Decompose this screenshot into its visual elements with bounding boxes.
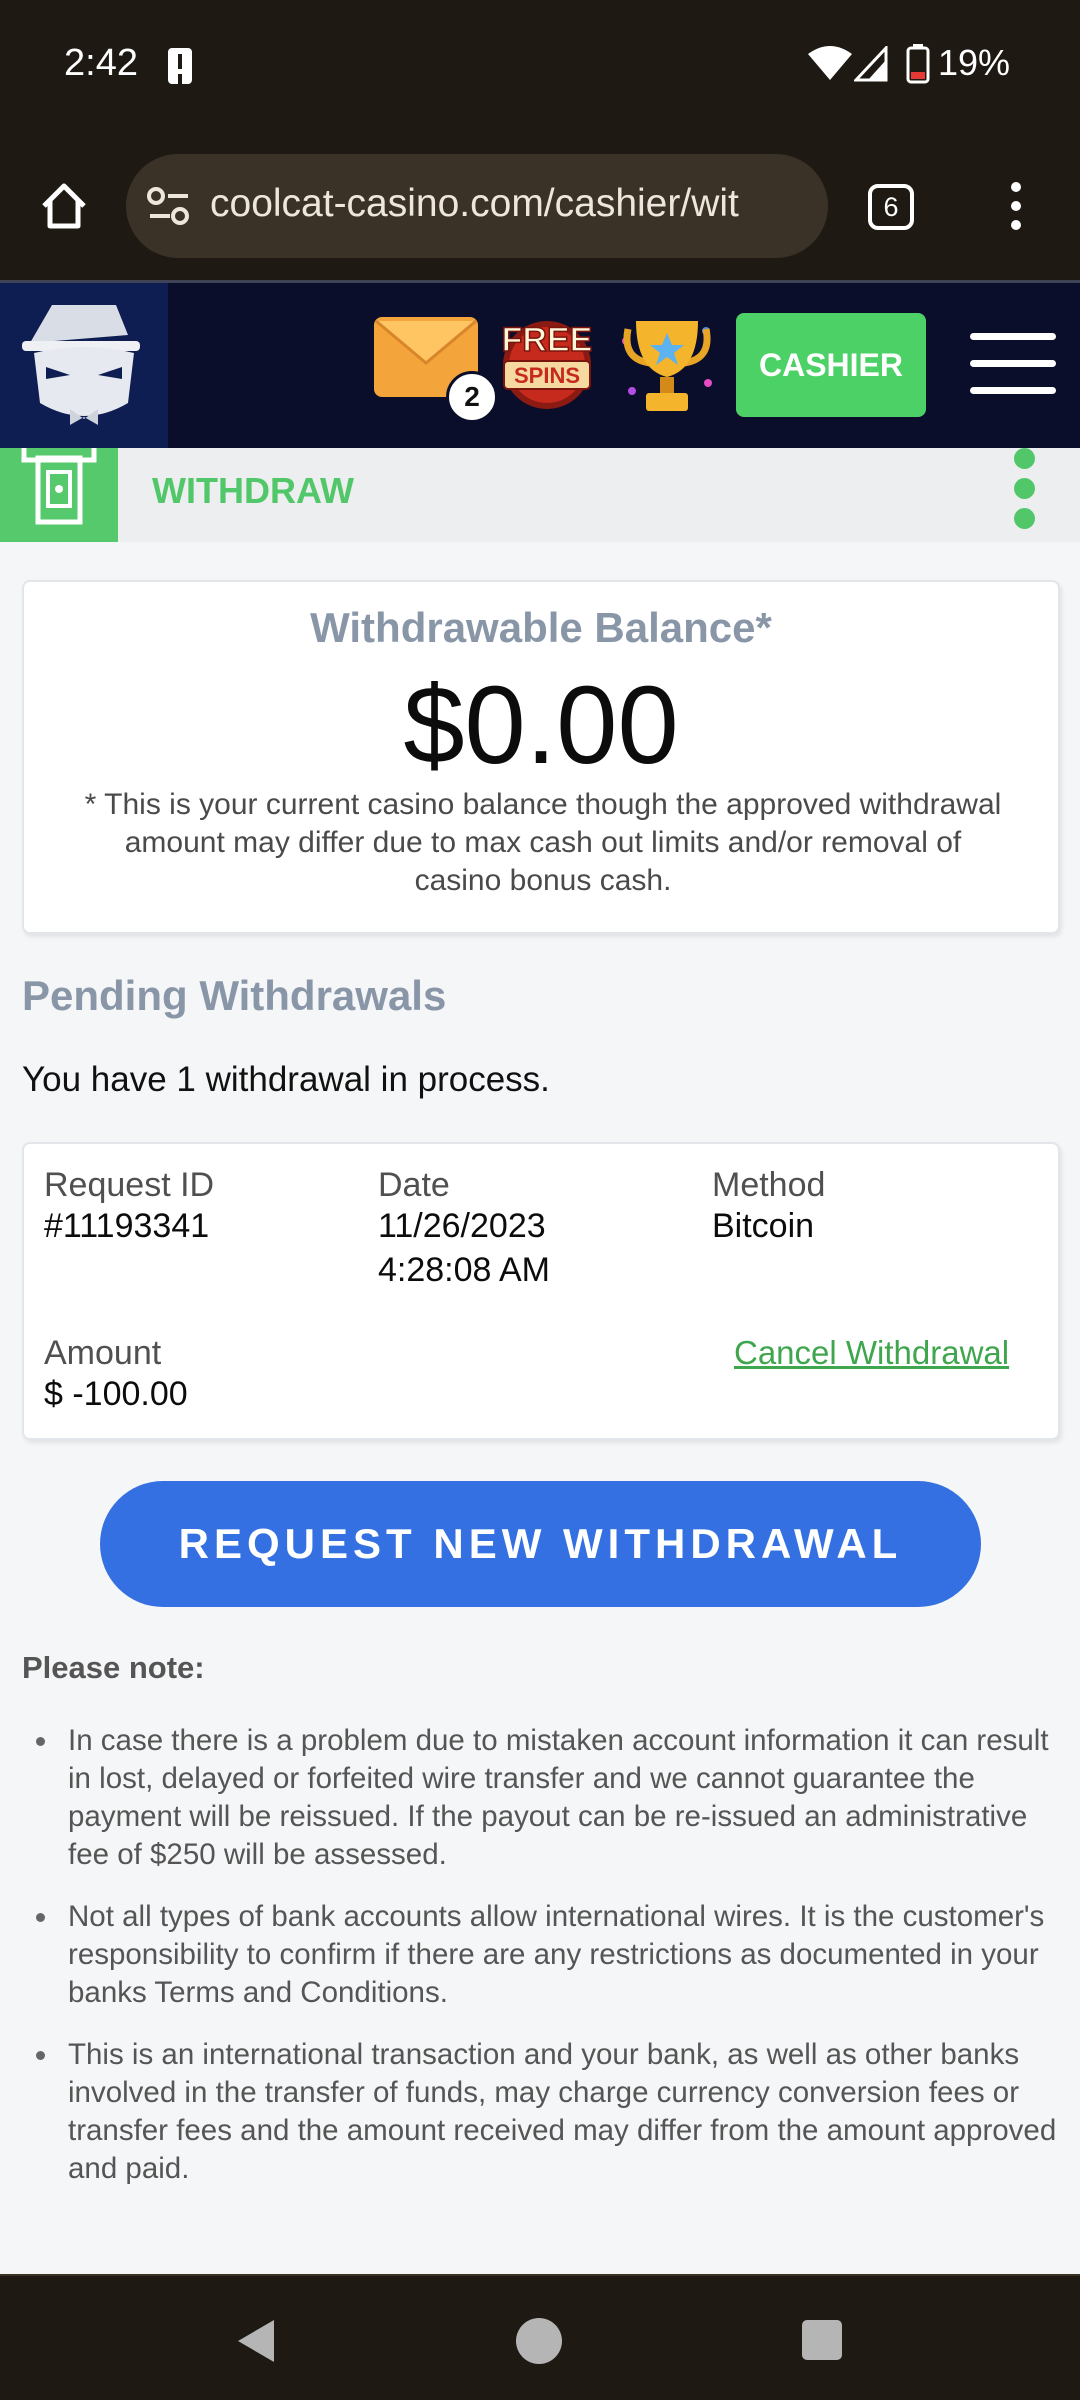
balance-amount: $0.00 xyxy=(403,664,679,787)
back-icon[interactable] xyxy=(234,2318,276,2364)
signal-icon xyxy=(854,46,888,82)
list-item: This is an international transaction and… xyxy=(22,2036,1062,2188)
bullet xyxy=(36,2051,45,2060)
url-text[interactable]: coolcat-casino.com/cashier/wit xyxy=(210,182,820,226)
system-navigation-bar xyxy=(0,2274,1080,2400)
trophy-icon[interactable] xyxy=(612,307,722,419)
balance-card: Withdrawable Balance* $0.00 * This is yo… xyxy=(22,580,1060,934)
status-time: 2:42 xyxy=(64,42,138,84)
home-nav-icon[interactable] xyxy=(516,2318,562,2364)
pending-withdrawals-title: Pending Withdrawals xyxy=(22,972,447,1019)
date-label: Date xyxy=(378,1166,450,1204)
balance-title: Withdrawable Balance* xyxy=(310,604,772,651)
browser-toolbar: coolcat-casino.com/cashier/wit 6 xyxy=(0,132,1080,280)
home-icon[interactable] xyxy=(38,180,90,232)
pending-withdrawal-card: Request ID #11193341 Date 11/26/2023 4:2… xyxy=(22,1142,1060,1440)
request-id-value: #11193341 xyxy=(44,1207,210,1245)
tab-switcher-button[interactable]: 6 xyxy=(868,184,914,230)
list-item: In case there is a problem due to mistak… xyxy=(22,1722,1062,1874)
notes-list: In case there is a problem due to mistak… xyxy=(22,1722,1062,2212)
wifi-icon xyxy=(808,46,852,80)
address-bar[interactable]: coolcat-casino.com/cashier/wit xyxy=(126,154,828,258)
list-item: Not all types of bank accounts allow int… xyxy=(22,1898,1062,2012)
cat-logo-icon xyxy=(22,305,140,425)
amount-label: Amount xyxy=(44,1334,162,1372)
site-header: 2 FREE SPINS CASHIER xyxy=(0,280,1080,448)
cancel-withdrawal-link[interactable]: Cancel Withdrawal xyxy=(734,1334,1009,1372)
browser-menu-icon[interactable] xyxy=(1008,182,1024,232)
spins-label: SPINS xyxy=(514,363,580,388)
withdraw-section-bar: WITHDRAW xyxy=(0,441,1080,542)
bullet xyxy=(36,1913,45,1922)
battery-percent: 19% xyxy=(938,42,1011,83)
withdraw-title: WITHDRAW xyxy=(152,470,354,511)
free-label: FREE xyxy=(502,321,593,359)
note-text: Not all types of bank accounts allow int… xyxy=(68,1900,1045,2009)
mail-count-badge: 2 xyxy=(446,371,498,423)
method-value: Bitcoin xyxy=(712,1207,815,1245)
free-spins-icon[interactable]: FREE SPINS xyxy=(494,307,600,413)
please-note-heading: Please note: xyxy=(22,1650,205,1685)
site-logo[interactable] xyxy=(0,283,168,448)
status-bar: 2:42 19% xyxy=(0,0,1080,132)
method-label: Method xyxy=(712,1166,826,1204)
withdraw-options-icon[interactable] xyxy=(1014,448,1036,538)
time-value: 4:28:08 AM xyxy=(378,1251,551,1289)
note-text: In case there is a problem due to mistak… xyxy=(68,1724,1049,1871)
balance-note: * This is your current casino balance th… xyxy=(84,788,1002,897)
note-text: This is an international transaction and… xyxy=(68,2038,1057,2185)
hamburger-menu-icon[interactable] xyxy=(970,333,1056,395)
request-new-withdrawal-button[interactable]: REQUEST NEW WITHDRAWAL xyxy=(100,1481,981,1607)
cashier-button[interactable]: CASHIER xyxy=(736,313,926,417)
withdraw-icon xyxy=(0,441,118,542)
alert-icon xyxy=(168,48,192,84)
pending-count-text: You have 1 withdrawal in process. xyxy=(22,1060,550,1099)
bullet xyxy=(36,1737,45,1746)
battery-icon xyxy=(906,44,930,84)
request-id-label: Request ID xyxy=(44,1166,215,1204)
site-settings-icon[interactable] xyxy=(146,184,192,228)
date-value: 11/26/2023 xyxy=(378,1207,546,1245)
amount-value: $ -100.00 xyxy=(44,1375,188,1413)
recents-icon[interactable] xyxy=(802,2320,842,2360)
